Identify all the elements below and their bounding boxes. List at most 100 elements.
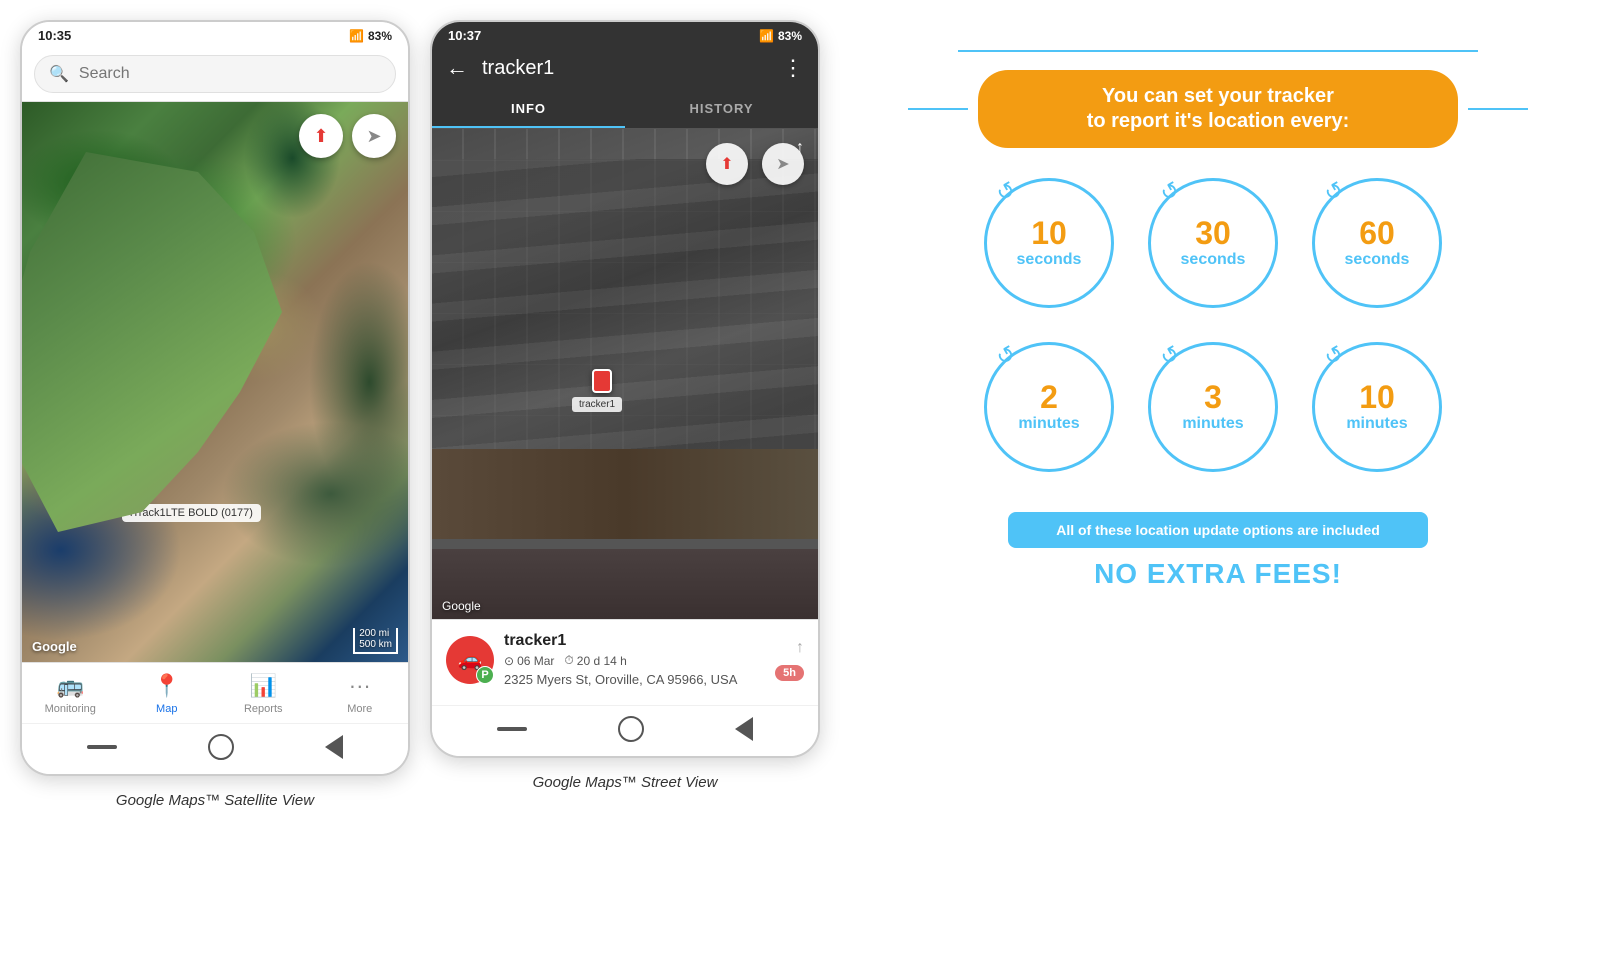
circle-number-5: 3 (1204, 381, 1222, 413)
phone2-mockup: 10:37 📶 83% ← tracker1 ⋮ INFO HISTORY (430, 20, 820, 758)
signal-icon: 📶 (349, 29, 364, 43)
map-label: Map (156, 703, 177, 715)
nav-monitoring[interactable]: 🚌 Monitoring (22, 663, 119, 723)
circle-10sec: ↺ 10 seconds (984, 178, 1114, 308)
gesture-bar-2 (432, 705, 818, 756)
info-card: 🚗 P tracker1 ⊙ 06 Mar ⏱ 20 d 14 h 2325 M… (432, 619, 818, 705)
time-ago-badge: 5h (775, 665, 804, 681)
more-button[interactable]: ⋮ (782, 55, 804, 81)
status-bar-1: 10:35 📶 83% (22, 22, 408, 47)
time-display-2: 10:37 (448, 28, 481, 43)
back-button[interactable]: ← (446, 55, 468, 81)
info-card-meta: ⊙ 06 Mar ⏱ 20 d 14 h (504, 653, 737, 668)
info-card-badge-wrap: ↑ 5h (775, 639, 804, 681)
circle-number-3: 60 (1359, 217, 1395, 249)
circle-unit-2: seconds (1181, 251, 1246, 269)
circle-2min: ↺ 2 minutes (984, 342, 1114, 472)
aerial-compass-icon: ⬆ (720, 154, 733, 174)
more-icon: ··· (349, 673, 371, 699)
circle-unit-6: minutes (1346, 415, 1407, 433)
satellite-map[interactable]: ⬆ ➤ iTrack1LTE BOLD (0177) Google 200 mi… (22, 102, 408, 662)
phone1-mockup: 10:35 📶 83% 🔍 ⬆ ➤ iTrack1LTE BOLD (0177)… (20, 20, 410, 776)
nav-reports[interactable]: 📊 Reports (215, 663, 312, 723)
monitoring-icon: 🚌 (57, 673, 84, 699)
bottom-nav-1: 🚌 Monitoring 📍 Map 📊 Reports ··· More (22, 662, 408, 723)
signal-icon-2: 📶 (759, 29, 774, 43)
circle-unit-5: minutes (1182, 415, 1243, 433)
scroll-up-icon: ↑ (796, 639, 804, 657)
battery-display-2: 83% (778, 29, 802, 43)
info-card-header: 🚗 P tracker1 ⊙ 06 Mar ⏱ 20 d 14 h 2325 M… (446, 632, 804, 687)
home-gesture-2[interactable] (618, 716, 644, 742)
home-gesture[interactable] (208, 734, 234, 760)
circle-number-4: 2 (1040, 381, 1058, 413)
recents-gesture[interactable] (87, 745, 117, 749)
time-display-1: 10:35 (38, 28, 71, 43)
info-duration: ⏱ 20 d 14 h (564, 653, 626, 668)
nav-more[interactable]: ··· More (312, 663, 409, 723)
aerial-car-label: tracker1 (572, 397, 622, 412)
circle-unit-3: seconds (1345, 251, 1410, 269)
expand-icon[interactable]: ↑ (796, 139, 804, 157)
tracker-label-1: iTrack1LTE BOLD (0177) (122, 504, 261, 522)
info-card-name: tracker1 (504, 632, 737, 650)
aerial-map[interactable]: tracker1 ⬆ ➤ Google ↑ (432, 129, 818, 619)
tracker-p-badge: P (476, 666, 494, 684)
nav-map[interactable]: 📍 Map (119, 663, 216, 723)
map-icon: 📍 (153, 673, 180, 699)
tracker-header: ← tracker1 ⋮ (432, 47, 818, 91)
aerial-car-marker (592, 369, 612, 393)
status-icons-2: 📶 83% (759, 29, 802, 43)
circle-unit-1: seconds (1017, 251, 1082, 269)
arrow-icon-1: ↺ (992, 176, 1021, 208)
search-input[interactable] (79, 65, 381, 83)
tracker-avatar-wrap: 🚗 P (446, 636, 494, 684)
circle-number-2: 30 (1195, 217, 1231, 249)
location-icon: ➤ (366, 126, 381, 147)
recents-gesture-2[interactable] (497, 727, 527, 731)
included-text: All of these location update options are… (1036, 522, 1400, 538)
circle-10min: ↺ 10 minutes (1312, 342, 1442, 472)
circle-number-6: 10 (1359, 381, 1395, 413)
phone2-caption: Google Maps™ Street View (533, 774, 718, 791)
reports-label: Reports (244, 703, 283, 715)
arrow-icon-5: ↺ (1156, 340, 1185, 372)
status-bar-2: 10:37 📶 83% (432, 22, 818, 47)
promo-panel: You can set your trackerto report it's l… (840, 20, 1596, 610)
circle-30sec: ↺ 30 seconds (1148, 178, 1278, 308)
aerial-compass-button[interactable]: ⬆ (706, 143, 748, 185)
reports-icon: 📊 (250, 673, 277, 699)
aerial-google-logo: Google (442, 599, 481, 613)
promo-banner: You can set your trackerto report it's l… (978, 70, 1458, 148)
back-gesture[interactable] (325, 735, 343, 759)
search-icon: 🔍 (49, 64, 69, 84)
map-scale: 200 mi 500 km (353, 628, 398, 654)
top-blue-line (958, 50, 1478, 52)
arrow-icon-3: ↺ (1320, 176, 1349, 208)
no-fees-banner: All of these location update options are… (1008, 512, 1428, 548)
circle-unit-4: minutes (1018, 415, 1079, 433)
compass-icon: ⬆ (313, 126, 328, 147)
status-icons-1: 📶 83% (349, 29, 392, 43)
google-logo-1: Google (32, 639, 77, 654)
tab-history[interactable]: HISTORY (625, 91, 818, 128)
battery-display-1: 83% (368, 29, 392, 43)
monitoring-label: Monitoring (45, 703, 96, 715)
location-button[interactable]: ➤ (352, 114, 396, 158)
no-extra-fees-text: NO EXTRA FEES! (1094, 558, 1342, 590)
info-date: ⊙ 06 Mar (504, 654, 554, 668)
circle-60sec: ↺ 60 seconds (1312, 178, 1442, 308)
back-gesture-2[interactable] (735, 717, 753, 741)
info-card-details: tracker1 ⊙ 06 Mar ⏱ 20 d 14 h 2325 Myers… (504, 632, 737, 687)
more-label: More (347, 703, 372, 715)
arrow-icon-4: ↺ (992, 340, 1021, 372)
circle-number-1: 10 (1031, 217, 1067, 249)
arrow-icon-6: ↺ (1320, 340, 1349, 372)
tab-info[interactable]: INFO (432, 91, 625, 128)
compass-button[interactable]: ⬆ (299, 114, 343, 158)
aerial-location-icon: ➤ (776, 154, 789, 174)
car-marker-1 (107, 485, 125, 507)
gesture-bar-1 (22, 723, 408, 774)
info-card-address: 2325 Myers St, Oroville, CA 95966, USA (504, 672, 737, 687)
search-bar[interactable]: 🔍 (22, 47, 408, 102)
